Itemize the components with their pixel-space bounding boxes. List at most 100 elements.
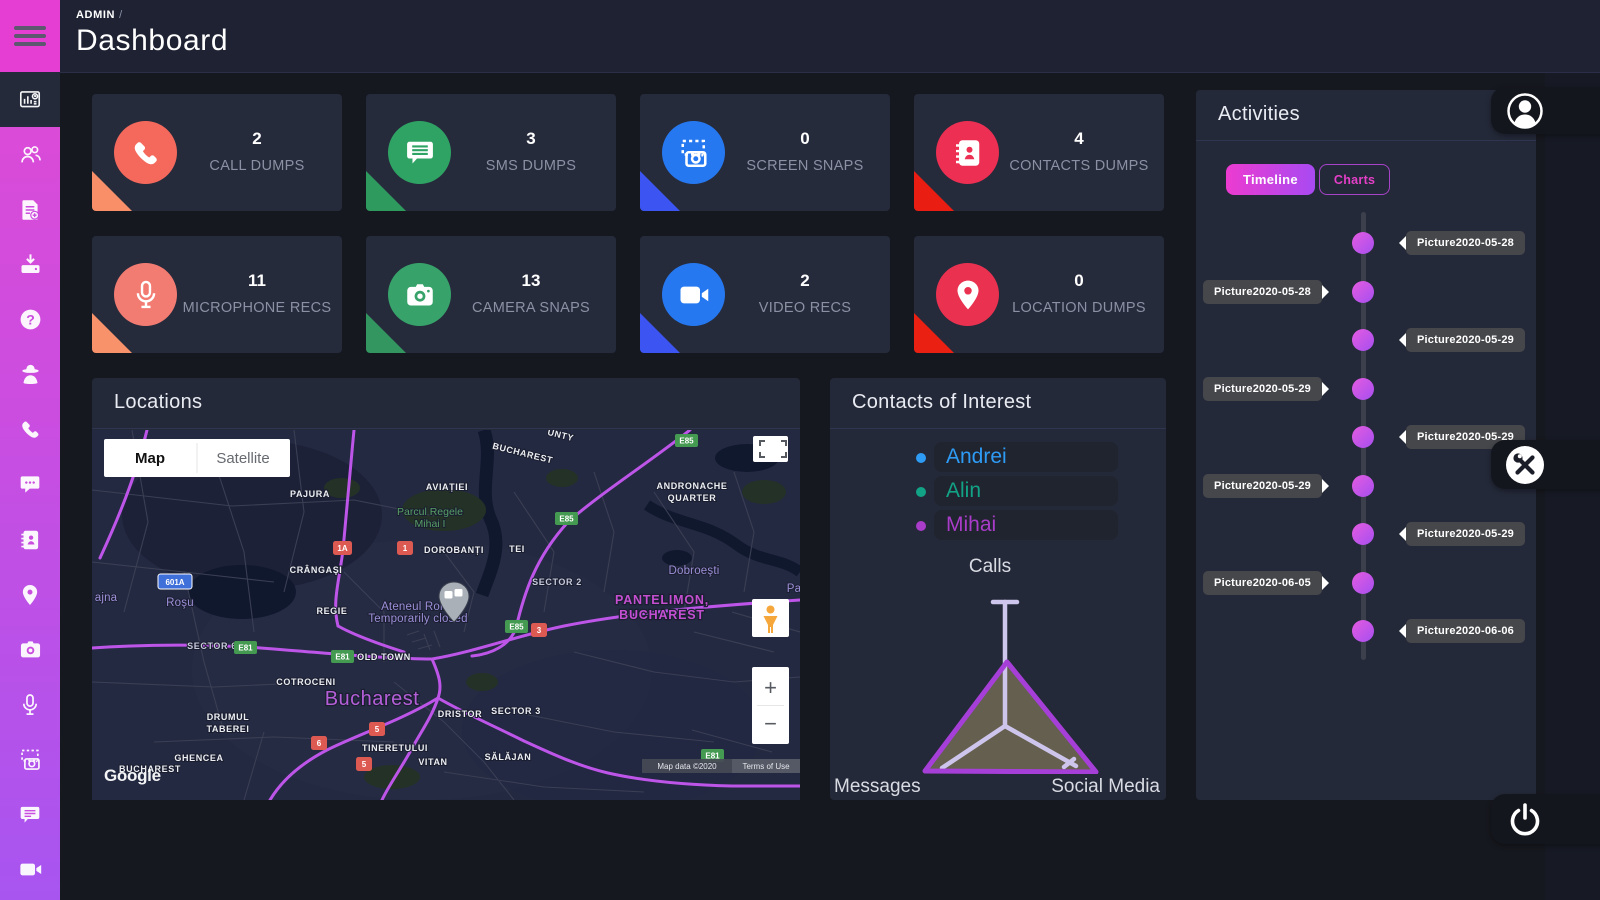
sidebar-item-agents[interactable] [0,347,60,402]
tab-charts[interactable]: Charts [1319,164,1390,195]
radar-legend: Andrei Alin Mihai [830,440,1166,544]
contacts-title: Contacts of Interest [852,391,1031,414]
timeline-item: Picture2020-06-05 [1196,570,1536,596]
phone-icon [129,136,163,170]
timeline-label[interactable]: Picture2020-05-28 [1203,280,1322,304]
sidebar-item-calls[interactable] [0,402,60,457]
power-button[interactable] [1491,794,1600,844]
timeline-label[interactable]: Picture2020-06-05 [1203,571,1322,595]
card-microphone-recs[interactable]: 11 MICROPHONE RECS [92,236,342,353]
locations-header: Locations [92,378,800,429]
camera-icon [402,277,438,313]
map[interactable]: PAJURA AVIAȚIEI BUCHAREST UNTY ANDRONACH… [92,430,800,800]
timeline-item: Picture2020-05-29 [1196,327,1536,353]
timeline-dot[interactable] [1352,426,1374,448]
timeline-dot[interactable] [1352,523,1374,545]
power-icon [1504,798,1546,840]
breadcrumb[interactable]: ADMIN/ [76,9,123,21]
card-label: LOCATION DUMPS [1012,299,1146,318]
menu-button[interactable] [0,0,60,72]
topbar: ADMIN/ Dashboard [60,0,1600,73]
profile-button[interactable] [1491,87,1600,134]
screen-snap-icon [676,135,712,171]
svg-text:?: ? [26,311,35,327]
legend-dot [916,453,926,463]
card-sms-dumps[interactable]: 3 SMS DUMPS [366,94,616,211]
card-location-dumps[interactable]: 0 LOCATION DUMPS [914,236,1164,353]
tab-timeline[interactable]: Timeline [1226,164,1315,195]
timeline-label[interactable]: Picture2020-05-28 [1406,231,1525,255]
sidebar-item-reports[interactable] [0,182,60,237]
zoom-control[interactable]: + − [752,667,789,744]
tools-button[interactable] [1491,440,1600,489]
map-label: SECTOR 6 [187,641,237,651]
sidebar-item-help[interactable]: ? [0,292,60,347]
legend-item-andrei[interactable]: Andrei [830,442,1166,474]
timeline-item: Picture2020-05-29 [1196,521,1536,547]
sidebar: ? [0,0,60,900]
pegman-button[interactable] [752,599,789,637]
map-button[interactable]: Map [135,450,165,467]
user-avatar-icon [1504,90,1546,132]
zoom-out-button[interactable]: − [764,711,777,736]
timeline-dot[interactable] [1352,572,1374,594]
timeline-dot[interactable] [1352,620,1374,642]
sidebar-item-contacts[interactable] [0,512,60,567]
sidebar-item-screen-snaps[interactable] [0,732,60,787]
call-dumps-circle [114,121,177,184]
sidebar-item-dashboard[interactable] [0,72,60,127]
camera-icon [17,636,44,663]
card-screen-snaps[interactable]: 0 SCREEN SNAPS [640,94,890,211]
sidebar-item-users[interactable] [0,127,60,182]
satellite-button[interactable]: Satellite [216,450,269,467]
timeline-dot[interactable] [1352,281,1374,303]
sidebar-item-chats[interactable] [0,457,60,512]
map-label: DOROBANȚI [424,545,484,555]
spy-icon [17,361,44,388]
map-label: OLD TOWN [357,652,411,662]
card-value: 2 [800,271,809,291]
sidebar-item-sms[interactable] [0,787,60,842]
sidebar-item-locations[interactable] [0,567,60,622]
map-label: Mihai I [415,518,446,530]
timeline-dot[interactable] [1352,329,1374,351]
sms-icon [402,135,438,171]
legend-item-alin[interactable]: Alin [830,476,1166,508]
timeline: Picture2020-05-28 Picture2020-05-28 Pict… [1196,210,1536,790]
timeline-label[interactable]: Picture2020-06-06 [1406,619,1525,643]
map-label: BUCHAREST [619,608,705,622]
zoom-in-button[interactable]: + [764,675,777,700]
locations-panel: Locations [92,378,800,800]
card-contacts-dumps[interactable]: 4 CONTACTS DUMPS [914,94,1164,211]
wrench-screwdriver-icon [1504,444,1546,486]
sidebar-item-downloads[interactable] [0,237,60,292]
timeline-dot[interactable] [1352,378,1374,400]
map-label: TABEREI [206,724,249,734]
location-pin-icon [17,582,43,608]
card-video-recs[interactable]: 2 VIDEO RECS [640,236,890,353]
sms-icon [17,802,43,828]
map-label: VITAN [418,757,447,767]
card-value: 0 [800,129,809,149]
terms-link[interactable]: Terms of Use [742,762,790,771]
timeline-dot[interactable] [1352,475,1374,497]
map-label: Pa [787,583,800,595]
sms-dumps-circle [388,121,451,184]
timeline-label[interactable]: Picture2020-05-29 [1203,474,1322,498]
sidebar-item-video[interactable] [0,842,60,897]
card-call-dumps[interactable]: 2 CALL DUMPS [92,94,342,211]
timeline-label[interactable]: Picture2020-05-29 [1203,377,1322,401]
map-type-control[interactable]: Map Satellite [104,439,290,477]
timeline-dot[interactable] [1352,232,1374,254]
timeline-label[interactable]: Picture2020-05-29 [1406,328,1525,352]
sidebar-item-microphone[interactable] [0,677,60,732]
card-camera-snaps[interactable]: 13 CAMERA SNAPS [366,236,616,353]
breadcrumb-admin[interactable]: ADMIN [76,9,115,21]
sidebar-item-camera[interactable] [0,622,60,677]
legend-item-mihai[interactable]: Mihai [830,510,1166,542]
timeline-label[interactable]: Picture2020-05-29 [1406,522,1525,546]
svg-text:E85: E85 [559,515,574,524]
svg-text:6: 6 [317,739,322,748]
fullscreen-button[interactable] [753,436,788,462]
card-value: 13 [522,271,541,291]
